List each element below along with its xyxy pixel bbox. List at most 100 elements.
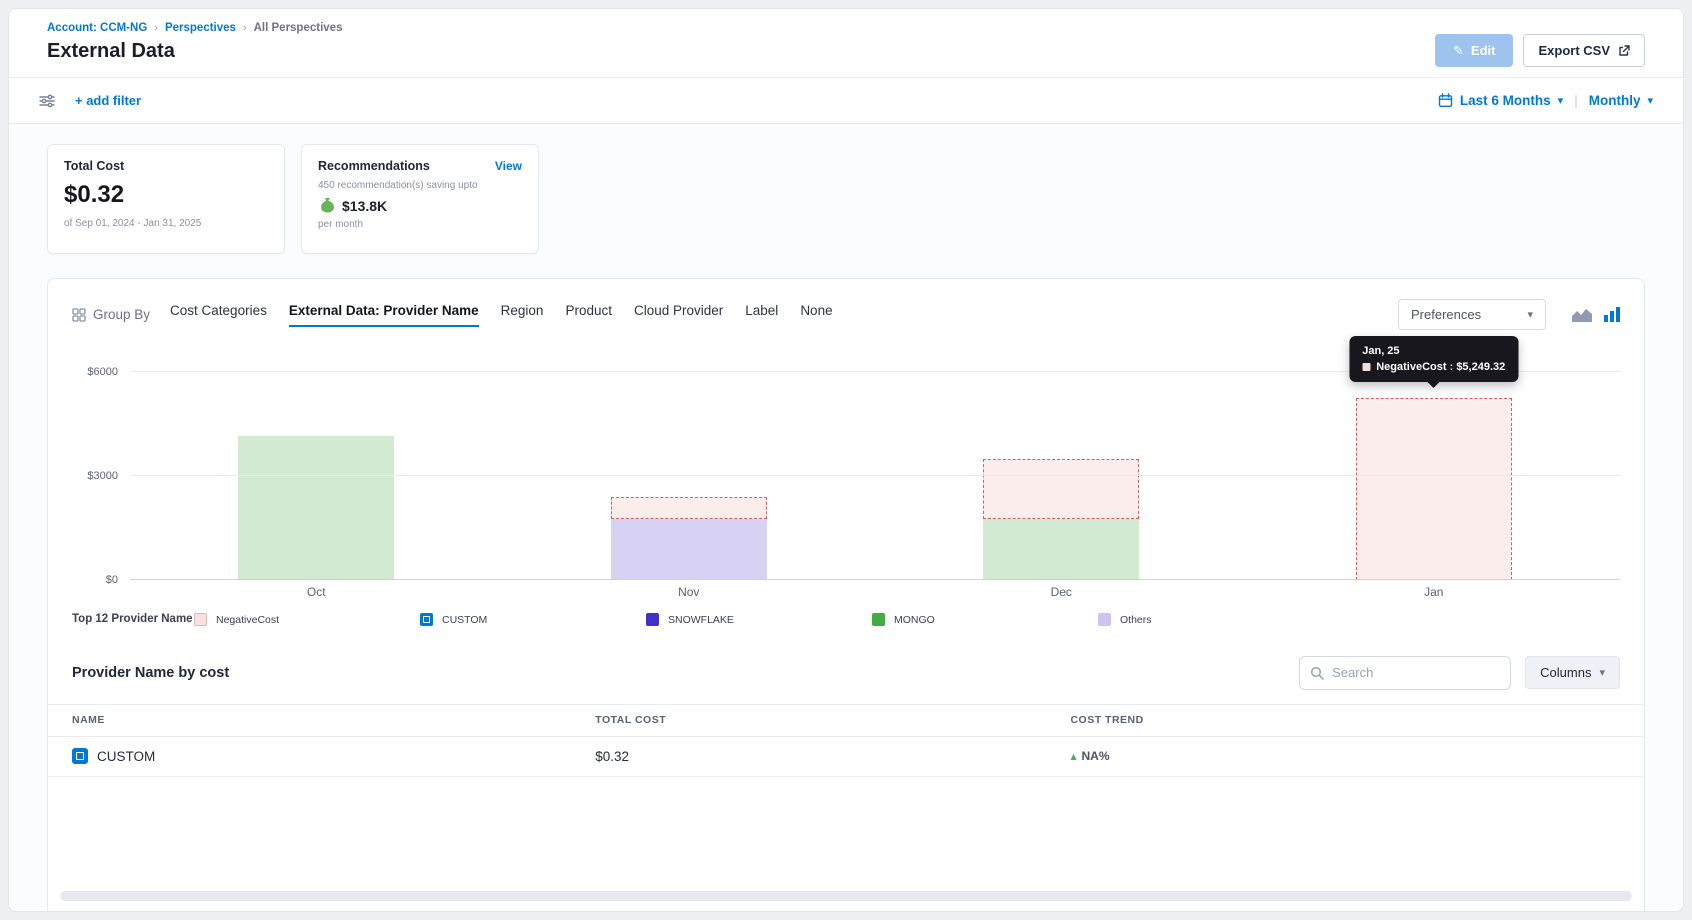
bar-segment-others[interactable]: [611, 519, 767, 580]
provider-icon: [72, 748, 88, 764]
recommendations-view-link[interactable]: View: [495, 159, 522, 173]
table-body: CUSTOM $0.32▴ NA%: [48, 737, 1644, 777]
export-button-label: Export CSV: [1538, 43, 1610, 58]
table-header-row: NAMETOTAL COSTCOST TREND: [48, 704, 1644, 737]
legend-label: SNOWFLAKE: [668, 614, 734, 626]
breadcrumb-account[interactable]: Account: CCM-NG: [47, 22, 147, 34]
legend-item[interactable]: NegativeCost: [194, 613, 420, 626]
page-header: Account: CCM-NG › Perspectives › All Per…: [9, 9, 1683, 78]
groupby-tabs: Cost Categories External Data: Provider N…: [170, 303, 833, 327]
chart-columns: Jan, 25 NegativeCost : $5,249.32: [130, 372, 1620, 580]
column-header[interactable]: COST TREND: [1070, 714, 1620, 726]
recommendations-label: Recommendations: [318, 159, 430, 173]
granularity-dropdown[interactable]: Monthly ▾: [1589, 93, 1653, 108]
date-range-label: Last 6 Months: [1460, 93, 1551, 108]
bar-segment-mongo[interactable]: [238, 436, 394, 580]
preferences-label: Preferences: [1411, 307, 1481, 322]
search-input[interactable]: [1332, 665, 1500, 680]
edit-button[interactable]: ✎ Edit: [1435, 34, 1513, 67]
filter-bar: + add filter Last 6 Months ▾ | Monthly ▾: [9, 78, 1683, 124]
legend-swatch: [646, 613, 659, 626]
groupby-tab[interactable]: Region: [501, 303, 544, 327]
gridline: [130, 475, 1620, 476]
total-cost-cell: $0.32: [595, 749, 1070, 764]
x-axis-tick: Dec: [875, 585, 1248, 599]
legend-item[interactable]: CUSTOM: [420, 613, 646, 626]
recommendations-subtitle: 450 recommendation(s) saving upto: [318, 180, 522, 191]
bar-segment-negativecost[interactable]: [983, 459, 1139, 519]
provider-table: NAMETOTAL COSTCOST TREND CUSTOM $0.32▴ NA%: [48, 704, 1644, 777]
x-axis-tick: Jan: [1248, 585, 1621, 599]
columns-button[interactable]: Columns ▾: [1525, 656, 1620, 689]
total-cost-period: of Sep 01, 2024 - Jan 31, 2025: [64, 218, 268, 229]
legend-item[interactable]: MONGO: [872, 613, 1098, 626]
column-header[interactable]: TOTAL COST: [595, 714, 1070, 726]
chart-plot: Jan, 25 NegativeCost : $5,249.32 $0$3000…: [72, 372, 1620, 580]
groupby-tab[interactable]: External Data: Provider Name: [289, 303, 479, 327]
tooltip-swatch: [1362, 363, 1370, 371]
preferences-dropdown[interactable]: Preferences ▾: [1398, 299, 1546, 330]
external-link-icon: [1618, 45, 1630, 57]
bar-segment-negativecost[interactable]: [611, 497, 767, 519]
table-header-bar: Provider Name by cost Columns ▾: [72, 656, 1620, 690]
legend-item[interactable]: SNOWFLAKE: [646, 613, 872, 626]
export-csv-button[interactable]: Export CSV: [1523, 34, 1645, 67]
cost-trend-value: NA%: [1081, 749, 1109, 763]
add-filter-button[interactable]: + add filter: [75, 93, 141, 108]
stacked-bar: [1356, 372, 1512, 580]
stacked-bar: [611, 372, 767, 580]
groupby-tab[interactable]: Cloud Provider: [634, 303, 723, 327]
breadcrumb: Account: CCM-NG › Perspectives › All Per…: [47, 22, 342, 34]
table-title: Provider Name by cost: [72, 665, 229, 681]
legend-swatch: [872, 613, 885, 626]
breadcrumb-separator-icon: ›: [243, 22, 247, 34]
chart-tooltip: Jan, 25 NegativeCost : $5,249.32: [1349, 336, 1518, 382]
legend-item[interactable]: Others: [1098, 613, 1324, 626]
breadcrumb-perspectives[interactable]: Perspectives: [165, 22, 236, 34]
group-by-label: Group By: [93, 307, 150, 322]
horizontal-scrollbar[interactable]: [60, 891, 1632, 901]
legend-label: CUSTOM: [442, 614, 487, 626]
groupby-tab[interactable]: Product: [565, 303, 612, 327]
bar-segment-mongo[interactable]: [983, 519, 1139, 580]
chart-xlabels: OctNovDecJan: [130, 580, 1620, 604]
legend-label: MONGO: [894, 614, 935, 626]
date-range-dropdown[interactable]: Last 6 Months ▾: [1460, 93, 1563, 108]
divider: |: [1574, 93, 1578, 108]
bar-chart-icon[interactable]: [1604, 307, 1620, 322]
area-chart-icon[interactable]: [1572, 307, 1592, 322]
legend-label: NegativeCost: [216, 614, 279, 626]
chart-legend: Top 12 Provider Name NegativeCost CUSTOM S…: [72, 612, 1620, 628]
groupby-tab[interactable]: Cost Categories: [170, 303, 267, 327]
groupby-tab[interactable]: Label: [745, 303, 778, 327]
table-row[interactable]: CUSTOM $0.32▴ NA%: [48, 737, 1644, 777]
x-axis-tick: Nov: [503, 585, 876, 599]
chart-column: [875, 372, 1248, 580]
granularity-label: Monthly: [1589, 93, 1641, 108]
stacked-bar: [238, 372, 394, 580]
legend-items: NegativeCost CUSTOM SNOWFLAKE MONGO Others: [194, 613, 1620, 626]
groupby-tab[interactable]: None: [800, 303, 832, 327]
grid-icon: [72, 308, 86, 322]
column-header[interactable]: NAME: [72, 714, 595, 726]
filter-settings-icon[interactable]: [39, 94, 55, 108]
y-axis-tick: $6000: [72, 366, 118, 378]
page-title: External Data: [47, 40, 342, 63]
y-axis-tick: $0: [72, 574, 118, 586]
trend-up-icon: ▴: [1070, 749, 1076, 763]
legend-swatch: [1098, 613, 1111, 626]
total-cost-value: $0.32: [64, 181, 268, 209]
chevron-down-icon: ▾: [1647, 94, 1653, 107]
legend-title: Top 12 Provider Name: [72, 612, 194, 628]
provider-name: CUSTOM: [97, 749, 155, 764]
chart-column: [1248, 372, 1621, 580]
tooltip-title: Jan, 25: [1362, 345, 1505, 357]
search-icon: [1310, 666, 1324, 680]
x-axis-tick: Oct: [130, 585, 503, 599]
edit-button-label: Edit: [1471, 43, 1496, 58]
summary-cards: Total Cost $0.32 of Sep 01, 2024 - Jan 3…: [47, 144, 1645, 254]
content-area: Total Cost $0.32 of Sep 01, 2024 - Jan 3…: [9, 124, 1683, 911]
chart-column: [130, 372, 503, 580]
y-axis-tick: $3000: [72, 470, 118, 482]
bar-segment-negativecost[interactable]: [1356, 398, 1512, 580]
